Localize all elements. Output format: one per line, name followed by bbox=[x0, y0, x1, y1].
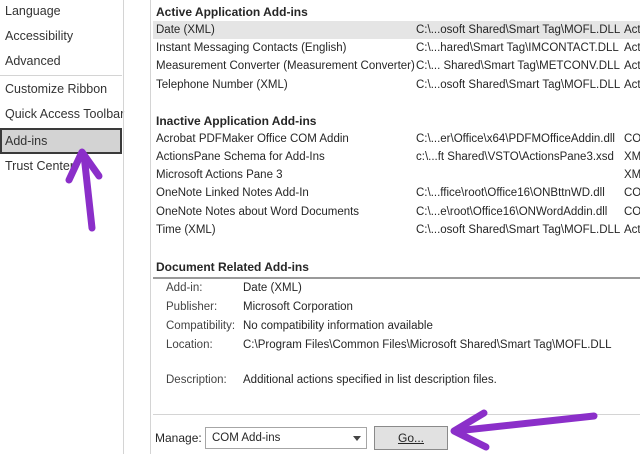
nav-item-advanced[interactable]: Advanced bbox=[0, 48, 122, 74]
manage-dropdown[interactable]: COM Add-ins bbox=[205, 427, 367, 449]
compatibility-label: Compatibility: bbox=[166, 320, 236, 332]
addin-label: Add-in: bbox=[166, 282, 203, 294]
left-arrow-head-icon bbox=[450, 409, 490, 451]
active-addins-header: Active Application Add-ins bbox=[156, 5, 308, 19]
addins-list[interactable]: Active Application Add-ins Date (XML) C:… bbox=[153, 0, 640, 278]
description-label: Description: bbox=[166, 374, 227, 386]
go-button[interactable]: Go... bbox=[374, 426, 448, 450]
list-scroll-edge bbox=[153, 277, 640, 279]
addin-row[interactable]: Instant Messaging Contacts (English) C:\… bbox=[153, 39, 640, 57]
options-nav: Language Accessibility Advanced Customiz… bbox=[0, 0, 124, 454]
addin-row[interactable]: Time (XML) C:\...osoft Shared\Smart Tag\… bbox=[153, 221, 640, 239]
location-value: C:\Program Files\Common Files\Microsoft … bbox=[243, 339, 612, 351]
nav-item-add-ins[interactable]: Add-ins bbox=[0, 128, 122, 154]
addin-row[interactable]: Measurement Converter (Measurement Conve… bbox=[153, 57, 640, 75]
nav-item-language[interactable]: Language bbox=[0, 0, 122, 24]
go-button-label: Go... bbox=[397, 431, 424, 445]
location-label: Location: bbox=[166, 339, 213, 351]
addin-row[interactable]: Acrobat PDFMaker Office COM Addin C:\...… bbox=[153, 130, 640, 148]
nav-item-accessibility[interactable]: Accessibility bbox=[0, 23, 122, 49]
chevron-down-icon bbox=[353, 436, 361, 441]
publisher-label: Publisher: bbox=[166, 301, 218, 313]
description-value: Additional actions specified in list des… bbox=[243, 374, 497, 386]
manage-dropdown-value: COM Add-ins bbox=[212, 432, 281, 444]
addin-row[interactable]: Telephone Number (XML) C:\...osoft Share… bbox=[153, 76, 640, 94]
addin-row[interactable]: OneNote Notes about Word Documents C:\..… bbox=[153, 203, 640, 221]
addin-row[interactable]: OneNote Linked Notes Add-In C:\...ffice\… bbox=[153, 184, 640, 202]
nav-item-quick-access-toolbar[interactable]: Quick Access Toolbar bbox=[0, 101, 124, 127]
document-addins-header: Document Related Add-ins bbox=[156, 260, 309, 274]
manage-label: Manage: bbox=[155, 431, 202, 445]
manage-divider bbox=[153, 414, 640, 415]
addin-row[interactable]: ActionsPane Schema for Add-Ins c:\...ft … bbox=[153, 148, 640, 166]
publisher-value: Microsoft Corporation bbox=[243, 301, 353, 313]
nav-border bbox=[123, 0, 124, 454]
compatibility-value: No compatibility information available bbox=[243, 320, 433, 332]
inactive-addins-header: Inactive Application Add-ins bbox=[156, 114, 317, 128]
left-arrow-icon bbox=[452, 412, 598, 435]
addin-row[interactable]: Microsoft Actions Pane 3 XM bbox=[153, 166, 640, 184]
content-border bbox=[150, 0, 151, 454]
nav-item-customize-ribbon[interactable]: Customize Ribbon bbox=[0, 76, 122, 102]
nav-item-trust-center[interactable]: Trust Center bbox=[0, 153, 122, 179]
addin-value: Date (XML) bbox=[243, 282, 302, 294]
addin-row[interactable]: Date (XML) C:\...osoft Shared\Smart Tag\… bbox=[153, 21, 640, 39]
